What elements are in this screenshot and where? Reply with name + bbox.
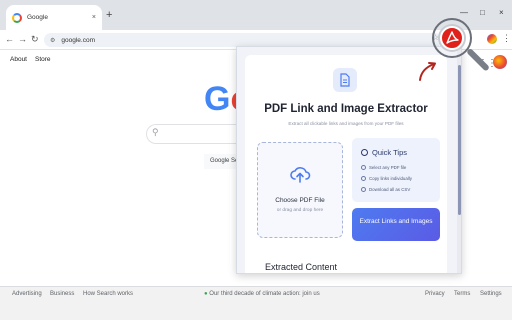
store-link[interactable]: Store (35, 56, 51, 63)
quick-tips-heading: Quick Tips (361, 148, 407, 157)
pointer-arrow-icon (416, 60, 438, 87)
about-link[interactable]: About (10, 56, 27, 63)
maximize-button[interactable]: □ (480, 8, 485, 18)
url-text: google.com (61, 36, 95, 44)
pdf-dropzone[interactable] (257, 142, 343, 238)
footer-advertising[interactable]: Advertising (12, 291, 42, 297)
footer-privacy[interactable]: Privacy (425, 291, 445, 297)
browser-window: Google × + — □ × ← → ↻ ⚙ google.com ☆ ⋮ … (0, 0, 512, 320)
extracted-content-heading: Extracted Content (265, 262, 338, 272)
tip-item: Download all as CSV (361, 187, 410, 192)
address-bar[interactable]: ⚙ google.com (44, 33, 442, 47)
footer-business[interactable]: Business (50, 291, 74, 297)
check-icon (361, 165, 366, 170)
tip-item: Select any PDF file (361, 165, 406, 170)
forward-icon[interactable]: → (18, 33, 27, 45)
close-window-button[interactable]: × (499, 8, 504, 18)
search-icon: ⚲ (152, 127, 159, 137)
drag-drop-hint: or drag and drop here (276, 208, 324, 213)
popup-scrollbar-thumb[interactable] (458, 65, 461, 215)
tab-google[interactable]: Google × (6, 5, 102, 30)
google-top-nav: About Store (10, 56, 51, 63)
minimize-button[interactable]: — (460, 8, 468, 18)
reload-icon[interactable]: ↻ (31, 33, 39, 45)
tip-item: Copy links individually (361, 176, 412, 181)
google-favicon-icon (12, 12, 22, 23)
choose-file-label: Choose PDF File (275, 197, 325, 204)
profile-avatar[interactable] (487, 34, 497, 44)
back-icon[interactable]: ← (5, 33, 14, 45)
footer-climate[interactable]: ● Our third decade of climate action: jo… (204, 291, 320, 297)
leaf-icon: ● (204, 291, 208, 297)
tab-title: Google (27, 14, 48, 21)
popup-title: PDF Link and Image Extractor (264, 103, 428, 115)
new-tab-button[interactable]: + (106, 9, 112, 21)
document-icon (333, 68, 357, 92)
check-icon (361, 187, 366, 192)
google-account-avatar[interactable] (493, 55, 507, 69)
footer-settings[interactable]: Settings (480, 291, 502, 297)
menu-icon[interactable]: ⋮ (502, 33, 511, 44)
google-search-button[interactable]: Google Search (204, 154, 238, 169)
info-icon (361, 149, 368, 156)
footer-terms[interactable]: Terms (454, 291, 470, 297)
popup-subtitle: Extract all clickable links and images f… (288, 121, 404, 126)
extract-links-button[interactable]: Extract Links and Images (352, 208, 440, 241)
footer-how-search-works[interactable]: How Search works (83, 291, 133, 297)
tab-close-icon[interactable]: × (92, 14, 96, 21)
site-info-icon[interactable]: ⚙ (50, 37, 55, 44)
upload-cloud-icon (289, 164, 311, 189)
check-icon (361, 176, 366, 181)
